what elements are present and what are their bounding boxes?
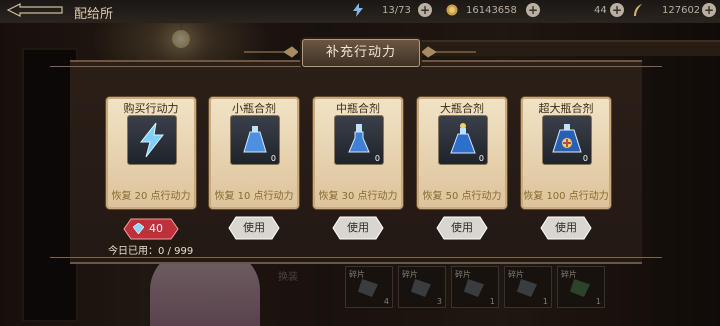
gold-coin-icon [446,4,458,16]
card-name: 中瓶合剂 [336,102,380,115]
extra-large-potion-icon [552,124,582,153]
daily-usage-text: 今日已用：0 / 999 [108,246,194,257]
medium-potion-card[interactable]: 中瓶合剂 0 恢复 30 点行动力 [313,97,403,209]
medium-potion-icon [348,124,370,153]
use-medium-potion-button[interactable]: 使用 [332,216,384,240]
diamond-icon [133,223,144,234]
card-icon-frame: 0 [542,115,592,165]
card-effect: 恢复 100 点行动力 [523,191,609,202]
gold-value: 16143658 [466,5,517,16]
gems-value: 44 [594,5,607,16]
large-potion-card[interactable]: 大瓶合剂 0 恢复 50 点行动力 [417,97,507,209]
dialog-title-plate: 补充行动力 [302,39,420,67]
item-count: 0 [582,154,588,163]
dialog-title: 补充行动力 [325,45,396,60]
title-ornament-left [244,46,298,58]
use-button-label: 使用 [555,221,577,234]
use-large-potion-button[interactable]: 使用 [436,216,488,240]
card-name: 小瓶合剂 [232,102,276,115]
back-arrow-icon[interactable] [6,2,64,18]
card-effect: 恢复 20 点行动力 [111,191,191,202]
title-ornament-right [422,46,476,58]
use-extra-large-potion-button[interactable]: 使用 [540,216,592,240]
lightning-icon [139,122,165,158]
small-potion-icon [243,126,267,153]
item-count: 0 [374,154,380,163]
add-gold-button[interactable]: + [526,3,540,17]
small-potion-card[interactable]: 小瓶合剂 0 恢复 10 点行动力 [209,97,299,209]
buy-stamina-button[interactable]: 40 [123,218,179,240]
use-button-label: 使用 [451,221,473,234]
card-effect: 恢复 10 点行动力 [214,191,294,202]
add-currency4-button[interactable]: + [702,3,716,17]
large-potion-icon [450,123,476,154]
currency4-value: 127602 [662,5,701,16]
card-icon-frame [127,115,177,165]
add-gems-button[interactable]: + [610,3,624,17]
use-small-potion-button[interactable]: 使用 [228,216,280,240]
item-count: 0 [270,154,276,163]
buy-stamina-card[interactable]: 购买行动力 恢复 20 点行动力 [106,97,196,209]
card-icon-frame: 0 [438,115,488,165]
card-effect: 恢复 30 点行动力 [318,191,398,202]
card-name: 大瓶合剂 [440,102,484,115]
card-effect: 恢复 50 点行动力 [422,191,502,202]
page-title: 配给所 [74,7,114,22]
buy-price: 40 [149,222,163,235]
card-name: 购买行动力 [123,102,179,115]
add-stamina-button[interactable]: + [418,3,432,17]
use-button-label: 使用 [243,221,265,234]
card-icon-frame: 0 [334,115,384,165]
use-button-label: 使用 [347,221,369,234]
extra-large-potion-card[interactable]: 超大瓶合剂 0 恢复 100 点行动力 [521,97,611,209]
item-count: 0 [478,154,484,163]
top-bar: 配给所 13/73 + 16143658 + 44 + 127602 + [0,0,720,23]
stamina-icon [353,3,363,17]
card-icon-frame: 0 [230,115,280,165]
card-name: 超大瓶合剂 [538,102,594,115]
stamina-value: 13/73 [382,5,411,16]
feather-icon [634,4,642,16]
